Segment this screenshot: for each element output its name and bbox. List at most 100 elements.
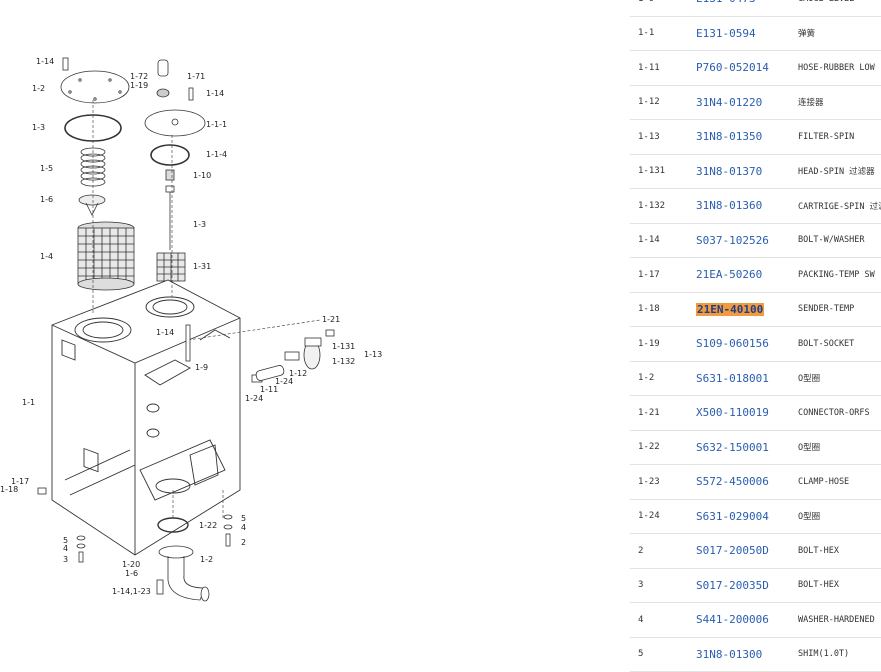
callout-1-18: 1-18 xyxy=(0,485,18,494)
part-number-text[interactable]: 21EA-50260 xyxy=(696,268,762,281)
position-number: 5 xyxy=(630,649,696,659)
position-number: 1-2 xyxy=(630,373,696,383)
part-number-link[interactable]: S632-150001 xyxy=(696,441,798,454)
callout-5b: 5 xyxy=(241,514,246,523)
part-number-link[interactable]: P760-052014 xyxy=(696,61,798,74)
part-description: CONNECTOR-ORFS xyxy=(798,408,881,418)
part-number-link[interactable]: S572-450006 xyxy=(696,475,798,488)
part-description: O型圈 xyxy=(798,372,881,384)
callout-1-6b: 1-6 xyxy=(125,569,138,578)
part-description: PACKING-TEMP SW xyxy=(798,270,881,280)
parts-diagram: 1-14 1-2 1-3 1-5 1-6 1-4 1-72 1-19 1-71 … xyxy=(0,0,620,650)
part-description: BOLT-SOCKET xyxy=(798,339,881,349)
parts-row: 1-13231N8-01360 CARTRIGE-SPIN 过滤 xyxy=(630,189,881,224)
part-number-link[interactable]: 21EA-50260 xyxy=(696,268,798,281)
bolt xyxy=(63,58,68,70)
part-number-link[interactable]: S017-20050D xyxy=(696,544,798,557)
position-number: 1-132 xyxy=(630,201,696,211)
part-number-text[interactable]: S441-200006 xyxy=(696,613,769,626)
temp-sender xyxy=(38,488,46,494)
part-number-link[interactable]: S631-018001 xyxy=(696,372,798,385)
part-number-link[interactable]: S037-102526 xyxy=(696,234,798,247)
position-number: 1-12 xyxy=(630,97,696,107)
part-number-link[interactable]: 31N8-01350 xyxy=(696,130,798,143)
callout-1-5: 1-5 xyxy=(40,164,53,173)
part-number-link[interactable]: X500-110019 xyxy=(696,406,798,419)
callout-1-14: 1-14 xyxy=(36,57,54,66)
part-number-link[interactable]: E131-0473 xyxy=(696,0,798,5)
parts-row: 1-14S037-102526BOLT-W/WASHER xyxy=(630,224,881,259)
part-description: O型圈 xyxy=(798,441,881,453)
callout-1-3b: 1-3 xyxy=(193,220,206,229)
parts-row: 1-23S572-450006CLAMP-HOSE xyxy=(630,465,881,500)
part-number-link[interactable]: S441-200006 xyxy=(696,613,798,626)
part-number-text[interactable]: S632-150001 xyxy=(696,441,769,454)
part-description: CLAMP-HOSE xyxy=(798,477,881,487)
callout-1-21: 1-21 xyxy=(322,315,340,324)
parts-row: 1-9E131-0473GAUGE-LEVEL xyxy=(630,0,881,17)
parts-row: 1-1721EA-50260 PACKING-TEMP SW xyxy=(630,258,881,293)
part-number-text[interactable]: S631-018001 xyxy=(696,372,769,385)
part-description: HEAD-SPIN 过滤器 xyxy=(798,165,881,177)
callout-1-2: 1-2 xyxy=(32,84,45,93)
part-number-text[interactable]: E131-0594 xyxy=(696,27,756,40)
part-description: O型圈 xyxy=(798,510,881,522)
part-description: BOLT-HEX xyxy=(798,580,881,590)
tank-body xyxy=(52,280,240,555)
part-number-link[interactable]: S631-029004 xyxy=(696,510,798,523)
part-number-text[interactable]: S017-20050D xyxy=(696,544,769,557)
part-description: BOLT-HEX xyxy=(798,546,881,556)
callout-1-24b: 1-24 xyxy=(245,394,263,403)
part-number-text[interactable]: S017-20035D xyxy=(696,579,769,592)
callout-4b: 4 xyxy=(241,523,246,532)
parts-row: 1-1821EN-40100SENDER-TEMP xyxy=(630,293,881,328)
part-number-link[interactable]: 31N8-01370 xyxy=(696,165,798,178)
callout-1-14b: 1-14 xyxy=(206,89,224,98)
part-number-text[interactable]: 31N8-01350 xyxy=(696,130,762,143)
part-number-text[interactable]: 31N4-01220 xyxy=(696,96,762,109)
position-number: 1-1 xyxy=(630,28,696,38)
part-description: HOSE-RUBBER LOW xyxy=(798,63,881,73)
part-number-text[interactable]: S572-450006 xyxy=(696,475,769,488)
position-number: 1-131 xyxy=(630,166,696,176)
callout-1-1-4: 1-1-4 xyxy=(206,150,227,159)
part-description: CARTRIGE-SPIN 过滤 xyxy=(798,200,881,212)
parts-row: 1-21X500-110019CONNECTOR-ORFS xyxy=(630,396,881,431)
position-number: 3 xyxy=(630,580,696,590)
breather-cap xyxy=(158,60,168,76)
part-number-text[interactable]: S109-060156 xyxy=(696,337,769,350)
parts-row: 1-1231N4-01220连接器 xyxy=(630,86,881,121)
callout-1-1: 1-1 xyxy=(22,398,35,407)
callout-1-2b: 1-2 xyxy=(200,555,213,564)
part-description: SENDER-TEMP xyxy=(798,304,881,314)
part-number-link[interactable]: 21EN-40100 xyxy=(696,303,798,316)
part-number-link[interactable]: 31N4-01220 xyxy=(696,96,798,109)
part-description: BOLT-W/WASHER xyxy=(798,235,881,245)
part-number-text[interactable]: E131-0473 xyxy=(696,0,756,5)
callout-1-9: 1-9 xyxy=(195,363,208,372)
parts-row: 3S017-20035D BOLT-HEX xyxy=(630,569,881,604)
callout-1-10: 1-10 xyxy=(193,171,211,180)
parts-row: 1-22S632-150001O型圈 xyxy=(630,431,881,466)
part-number-link[interactable]: S109-060156 xyxy=(696,337,798,350)
callout-1-6: 1-6 xyxy=(40,195,53,204)
callout-1-14c: 1-14 xyxy=(156,328,174,337)
part-number-text[interactable]: P760-052014 xyxy=(696,61,769,74)
parts-row: 531N8-01300SHIM(1.0T) xyxy=(630,638,881,672)
part-number-text[interactable]: 21EN-40100 xyxy=(696,303,764,316)
part-number-text[interactable]: S037-102526 xyxy=(696,234,769,247)
part-number-text[interactable]: 31N8-01370 xyxy=(696,165,762,178)
part-number-link[interactable]: E131-0594 xyxy=(696,27,798,40)
callout-1-20: 1-20 xyxy=(122,560,140,569)
part-number-text[interactable]: S631-029004 xyxy=(696,510,769,523)
part-number-link[interactable]: 31N8-01360 xyxy=(696,199,798,212)
parts-row: 1-11P760-052014HOSE-RUBBER LOW xyxy=(630,51,881,86)
part-number-text[interactable]: X500-110019 xyxy=(696,406,769,419)
position-number: 1-13 xyxy=(630,132,696,142)
part-number-link[interactable]: S017-20035D xyxy=(696,579,798,592)
parts-row: 2S017-20050DBOLT-HEX xyxy=(630,534,881,569)
callout-1-131: 1-131 xyxy=(332,342,355,351)
part-number-text[interactable]: 31N8-01360 xyxy=(696,199,762,212)
position-number: 4 xyxy=(630,615,696,625)
position-number: 1-17 xyxy=(630,270,696,280)
